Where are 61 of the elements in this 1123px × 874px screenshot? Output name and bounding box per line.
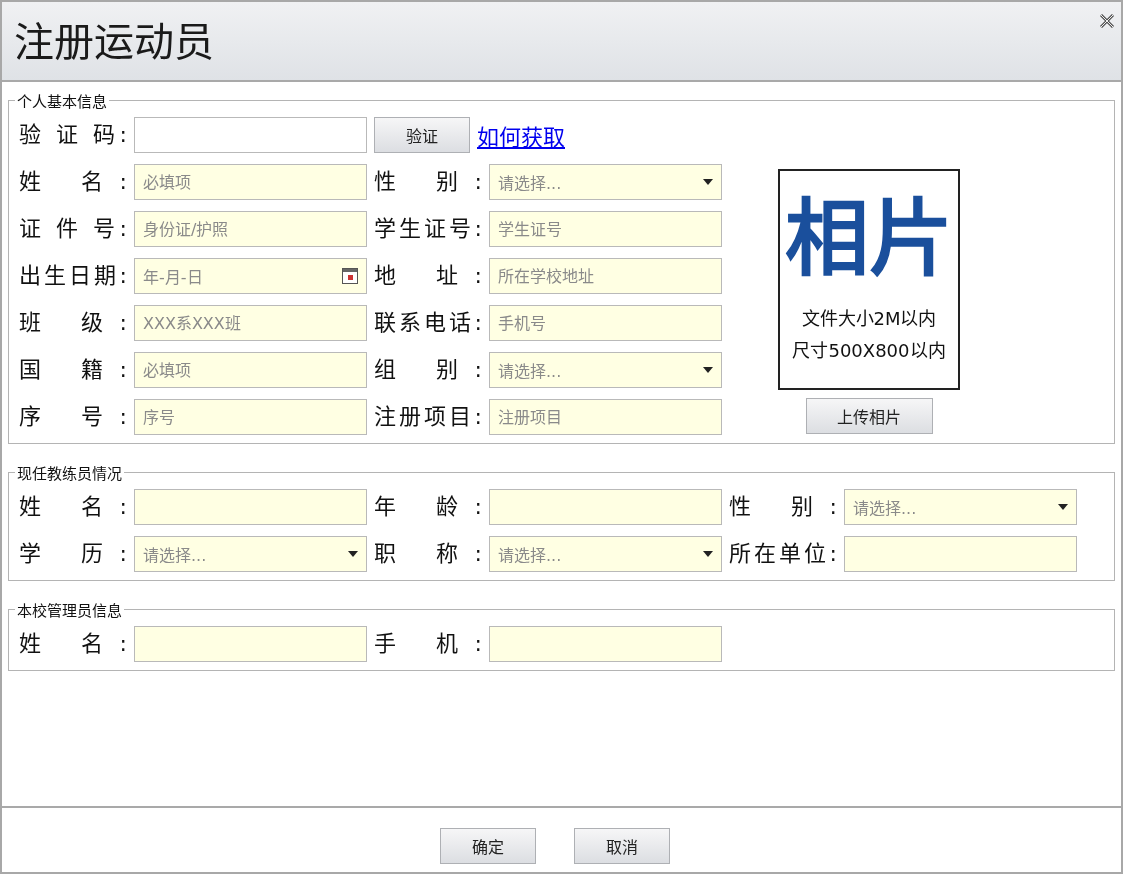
caret-icon	[1058, 504, 1068, 510]
input-field[interactable]	[844, 536, 1077, 572]
dialog-button[interactable]: 确定	[439, 828, 536, 864]
upload-button[interactable]: 上传相片	[805, 398, 933, 434]
input-field[interactable]: 身份证/护照	[134, 211, 367, 247]
section-title: 现任教练员情况	[16, 464, 123, 483]
field-label: 姓 名:	[19, 493, 127, 521]
caret-icon	[703, 551, 713, 557]
input-field[interactable]: 序号	[134, 399, 367, 435]
input-field[interactable]: XXX系XXX班	[134, 305, 367, 341]
field-label: 性 别:	[729, 493, 837, 521]
caret-icon	[703, 367, 713, 373]
field-label: 性 别:	[374, 168, 482, 196]
field-label: 出生日期:	[19, 262, 127, 290]
section-title: 本校管理员信息	[16, 601, 123, 620]
window-title: 注册运动员	[14, 18, 214, 66]
help-link[interactable]: 如何获取	[477, 119, 565, 151]
photo-note: 文件大小2M以内	[801, 307, 937, 331]
input-field[interactable]: 学生证号	[489, 211, 722, 247]
field-label: 所在单位:	[729, 540, 837, 568]
select-field[interactable]: 请选择...	[844, 489, 1077, 525]
input-field[interactable]: 手机号	[489, 305, 722, 341]
field-label: 学 历:	[19, 540, 127, 568]
calendar-icon	[342, 268, 358, 284]
verify-button[interactable]: 验证	[374, 117, 470, 153]
field-label: 联系电话:	[374, 309, 482, 337]
input-field[interactable]: 所在学校地址	[489, 258, 722, 294]
date-field[interactable]: 年-月-日	[134, 258, 367, 294]
input-field[interactable]: 注册项目	[489, 399, 722, 435]
photo-heading: 相片	[785, 189, 953, 289]
field-label: 姓 名:	[19, 168, 127, 196]
select-field[interactable]: 请选择...	[489, 164, 722, 200]
input-field[interactable]	[134, 489, 367, 525]
caret-icon	[348, 551, 358, 557]
input-field[interactable]	[134, 117, 367, 153]
section-title: 个人基本信息	[16, 92, 108, 111]
field-label: 学生证号:	[374, 215, 482, 243]
close-icon[interactable]	[1099, 14, 1115, 28]
input-field[interactable]	[489, 489, 722, 525]
input-field[interactable]	[489, 626, 722, 662]
input-field[interactable]	[134, 626, 367, 662]
select-field[interactable]: 请选择...	[489, 352, 722, 388]
field-label: 国 籍:	[19, 356, 127, 384]
field-label: 证 件 号:	[19, 215, 127, 243]
field-label: 年 龄:	[374, 493, 482, 521]
input-field[interactable]: 必填项	[134, 352, 367, 388]
field-label: 职 称:	[374, 540, 482, 568]
dialog-button[interactable]: 取消	[573, 828, 670, 864]
field-label: 序 号:	[19, 403, 127, 431]
field-label: 地 址:	[374, 262, 482, 290]
photo-note: 尺寸500X800以内	[792, 339, 946, 363]
field-label: 班 级:	[19, 309, 127, 337]
field-label: 手 机:	[374, 630, 482, 658]
field-label: 注册项目:	[374, 403, 482, 431]
caret-icon	[703, 179, 713, 185]
select-field[interactable]: 请选择...	[489, 536, 722, 572]
field-label: 姓 名:	[19, 630, 127, 658]
select-field[interactable]: 请选择...	[134, 536, 367, 572]
field-label: 组 别:	[374, 356, 482, 384]
field-label: 验 证 码:	[19, 121, 127, 149]
input-field[interactable]: 必填项	[134, 164, 367, 200]
